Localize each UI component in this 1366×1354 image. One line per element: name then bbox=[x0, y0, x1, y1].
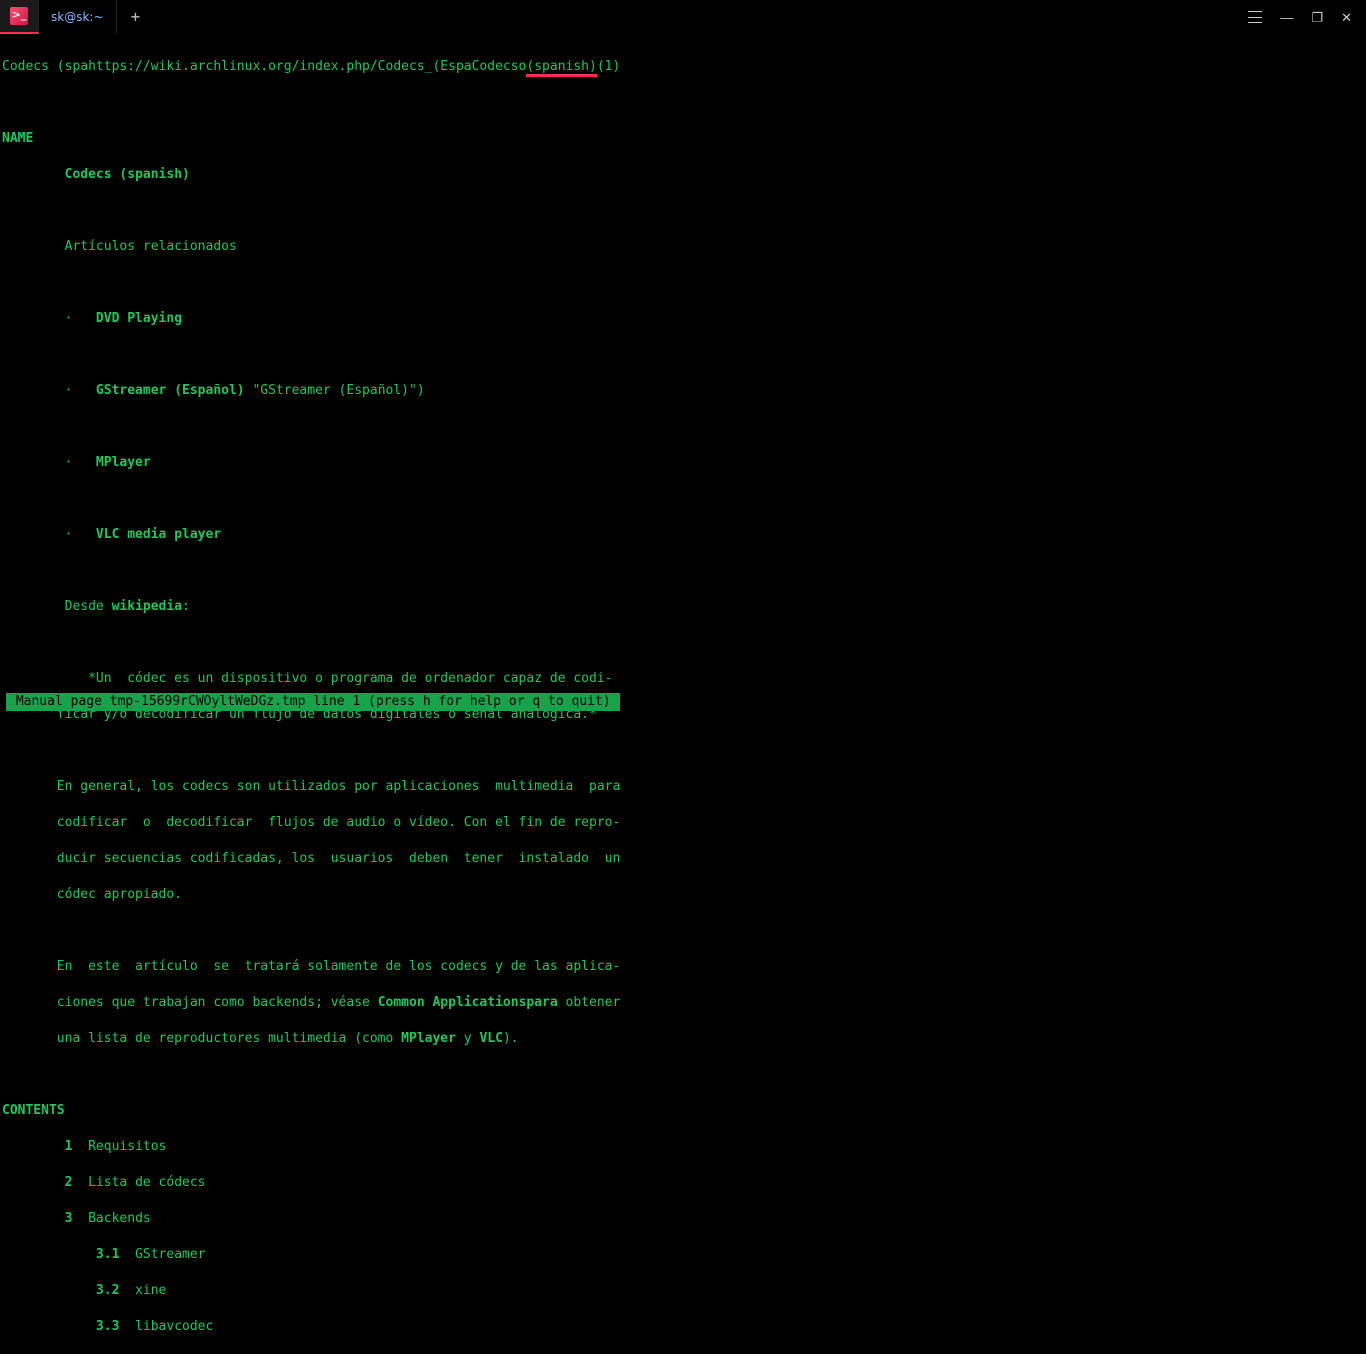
paragraph-line: En general, los codecs son utilizados po… bbox=[2, 778, 1364, 796]
hamburger-icon[interactable] bbox=[1248, 11, 1262, 23]
section-contents-heading: CONTENTS bbox=[2, 1102, 1364, 1120]
terminal-app-icon: >_ bbox=[10, 7, 28, 25]
related-heading: Artículos relacionados bbox=[2, 238, 1364, 256]
terminal-tab[interactable]: sk@sk:~ bbox=[39, 0, 117, 34]
bullet-item: · DVD Playing bbox=[2, 310, 1364, 328]
section-name-heading: NAME bbox=[2, 130, 1364, 148]
pager-status-line[interactable]: Manual page tmp-15699rCWOyltWeDGz.tmp li… bbox=[6, 693, 620, 711]
paragraph-line: códec apropiado. bbox=[2, 886, 1364, 904]
bullet-item: · VLC media player bbox=[2, 526, 1364, 544]
definition-line: *Un códec es un dispositivo o programa d… bbox=[2, 670, 1364, 688]
bullet-item: · MPlayer bbox=[2, 454, 1364, 472]
toc-subitem: 3.1 GStreamer bbox=[2, 1246, 1364, 1264]
titlebar: >_ sk@sk:~ + — ❐ ✕ bbox=[0, 0, 1366, 34]
toc-item: 1 Requisitos bbox=[2, 1138, 1364, 1156]
close-button[interactable]: ✕ bbox=[1341, 11, 1352, 24]
paragraph-line: En este artículo se tratará solamente de… bbox=[2, 958, 1364, 976]
paragraph-line: codificar o decodificar flujos de audio … bbox=[2, 814, 1364, 832]
minimize-button[interactable]: — bbox=[1280, 11, 1293, 24]
name-title: Codecs (spanish) bbox=[2, 166, 1364, 184]
new-tab-button[interactable]: + bbox=[117, 0, 155, 34]
man-header-line: Codecs (spahttps://wiki.archlinux.org/in… bbox=[2, 58, 1364, 76]
app-icon-tab[interactable]: >_ bbox=[0, 0, 39, 34]
window-controls: — ❐ ✕ bbox=[1234, 0, 1366, 34]
toc-item: 2 Lista de códecs bbox=[2, 1174, 1364, 1192]
desde-line: Desde wikipedia: bbox=[2, 598, 1364, 616]
paragraph-line: ducir secuencias codificadas, los usuari… bbox=[2, 850, 1364, 868]
tab-label: sk@sk:~ bbox=[51, 8, 104, 26]
paragraph-line: una lista de reproductores multimedia (c… bbox=[2, 1030, 1364, 1048]
maximize-button[interactable]: ❐ bbox=[1311, 11, 1323, 24]
toc-item: 3 Backends bbox=[2, 1210, 1364, 1228]
bullet-item: · GStreamer (Español) "GStreamer (Españo… bbox=[2, 382, 1364, 400]
toc-subitem: 3.3 libavcodec bbox=[2, 1318, 1364, 1336]
paragraph-line: ciones que trabajan como backends; véase… bbox=[2, 994, 1364, 1012]
highlighted-span: (spanish) bbox=[526, 59, 596, 77]
toc-subitem: 3.2 xine bbox=[2, 1282, 1364, 1300]
